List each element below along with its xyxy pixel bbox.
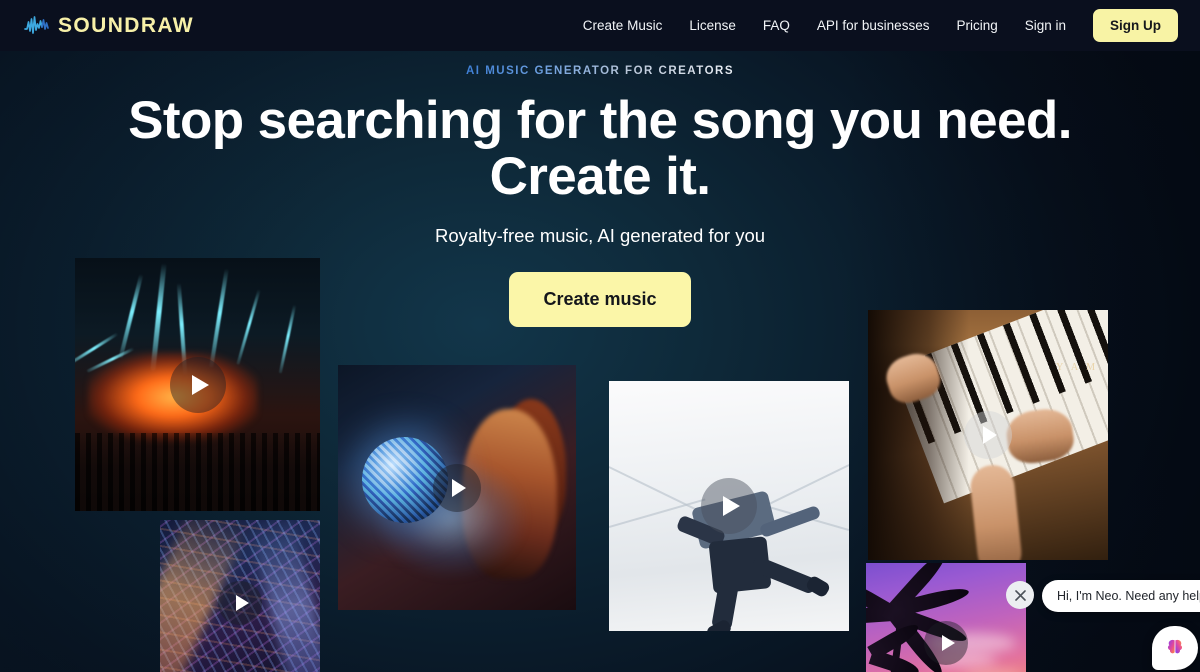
play-icon — [941, 635, 955, 651]
play-button[interactable] — [964, 411, 1012, 459]
hero-section: Y A M AI MUSIC GENERATOR FOR CREATORS St… — [0, 51, 1200, 672]
play-icon — [983, 426, 997, 444]
main-nav: Create Music License FAQ API for busines… — [583, 9, 1178, 42]
chat-launcher-button[interactable] — [1152, 626, 1198, 670]
close-icon — [1014, 589, 1026, 601]
play-button[interactable] — [218, 580, 262, 625]
play-button[interactable] — [169, 356, 226, 413]
play-icon — [235, 594, 249, 611]
thumbnail-breakdancer[interactable] — [609, 381, 849, 631]
play-icon — [452, 478, 466, 497]
headline-line-1: Stop searching for the song you need. — [128, 91, 1072, 150]
thumbnail-tropical-sunset[interactable] — [866, 563, 1026, 672]
play-icon — [191, 374, 209, 395]
nav-item-license[interactable]: License — [689, 18, 736, 33]
nav-item-pricing[interactable]: Pricing — [956, 18, 997, 33]
page-title: Stop searching for the song you need. Cr… — [0, 91, 1200, 207]
hero-copy: AI MUSIC GENERATOR FOR CREATORS Stop sea… — [0, 51, 1200, 328]
headline-line-2: Create it. — [489, 147, 711, 207]
sign-up-button[interactable]: Sign Up — [1093, 9, 1178, 42]
nav-item-api[interactable]: API for businesses — [817, 18, 930, 33]
play-button[interactable] — [433, 463, 481, 512]
chat-message-bubble[interactable]: Hi, I'm Neo. Need any help? — [1042, 580, 1200, 612]
thumbnail-disco-ball-woman[interactable] — [338, 365, 576, 610]
play-button[interactable] — [701, 478, 757, 534]
piano-brand-text: Y A M — [1056, 362, 1098, 373]
nav-item-faq[interactable]: FAQ — [763, 18, 790, 33]
hero-subtitle: Royalty-free music, AI generated for you — [434, 225, 766, 247]
waveform-icon — [24, 15, 49, 34]
brain-icon — [1167, 639, 1183, 654]
thumbnail-piano-hands[interactable]: Y A M — [868, 310, 1108, 560]
hero-eyebrow: AI MUSIC GENERATOR FOR CREATORS — [466, 65, 734, 77]
play-button[interactable] — [924, 621, 968, 665]
thumbnail-city-at-night[interactable] — [160, 520, 320, 672]
chat-close-button[interactable] — [1006, 581, 1034, 609]
logo-text: SOUNDRAW — [58, 13, 195, 37]
site-header: SOUNDRAW Create Music License FAQ API fo… — [0, 0, 1200, 51]
nav-item-create-music[interactable]: Create Music — [583, 18, 663, 33]
logo[interactable]: SOUNDRAW — [24, 14, 194, 38]
play-icon — [723, 496, 740, 516]
create-music-button[interactable]: Create music — [509, 272, 691, 328]
nav-item-sign-in[interactable]: Sign in — [1025, 18, 1066, 33]
